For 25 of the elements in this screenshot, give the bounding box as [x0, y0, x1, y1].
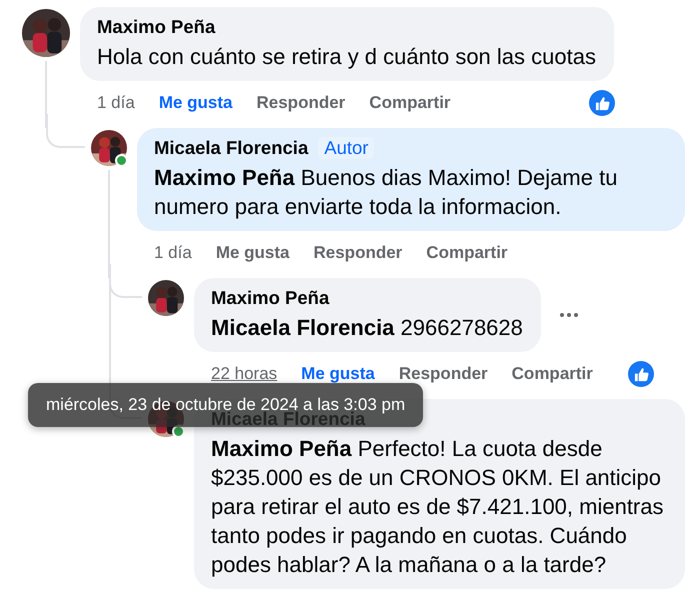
author-name[interactable]: Maximo Peña — [211, 287, 330, 309]
like-link[interactable]: Me gusta — [216, 243, 290, 263]
like-reaction-icon[interactable] — [628, 361, 654, 387]
author-badge: Autor — [318, 137, 374, 159]
comment-text: Maximo Peña Perfecto! La cuota desde $235.000 es de un CRONOS 0KM. El anticipo para retirar el auto es de $7.421.100, mientras tanto podes ir pagando en cuotas. Cuándo podes hablar? A la mañana o a la tarde? — [211, 435, 664, 579]
thread-line — [45, 61, 47, 128]
author-name[interactable]: Micaela Florencia — [154, 137, 308, 159]
share-link[interactable]: Compartir — [512, 364, 593, 384]
reply-link[interactable]: Responder — [256, 93, 346, 113]
comment-text: Micaela Florencia 2966278628 — [211, 314, 523, 342]
share-link[interactable]: Compartir — [369, 93, 451, 113]
author-name[interactable]: Maximo Peña — [97, 16, 216, 38]
like-reaction-icon[interactable] — [589, 90, 615, 116]
comment-text: Hola con cuánto se retira y d cuánto son las cuotas — [97, 43, 596, 71]
reply-link[interactable]: Responder — [314, 243, 402, 263]
timestamp-link[interactable]: 22 horas — [211, 364, 278, 384]
timestamp-link[interactable]: 1 día — [154, 243, 192, 263]
like-link[interactable]: Me gusta — [301, 364, 375, 384]
timestamp-link[interactable]: 1 día — [97, 93, 135, 113]
share-link[interactable]: Compartir — [426, 243, 508, 263]
reply-link[interactable]: Responder — [398, 364, 488, 384]
thread-connector — [46, 114, 85, 148]
more-options-icon[interactable] — [558, 312, 579, 318]
like-link[interactable]: Me gusta — [158, 93, 232, 113]
comment-text: Maximo Peña Buenos dias Maximo! Dejame tu numero para enviarte toda la informacion. — [154, 164, 618, 221]
